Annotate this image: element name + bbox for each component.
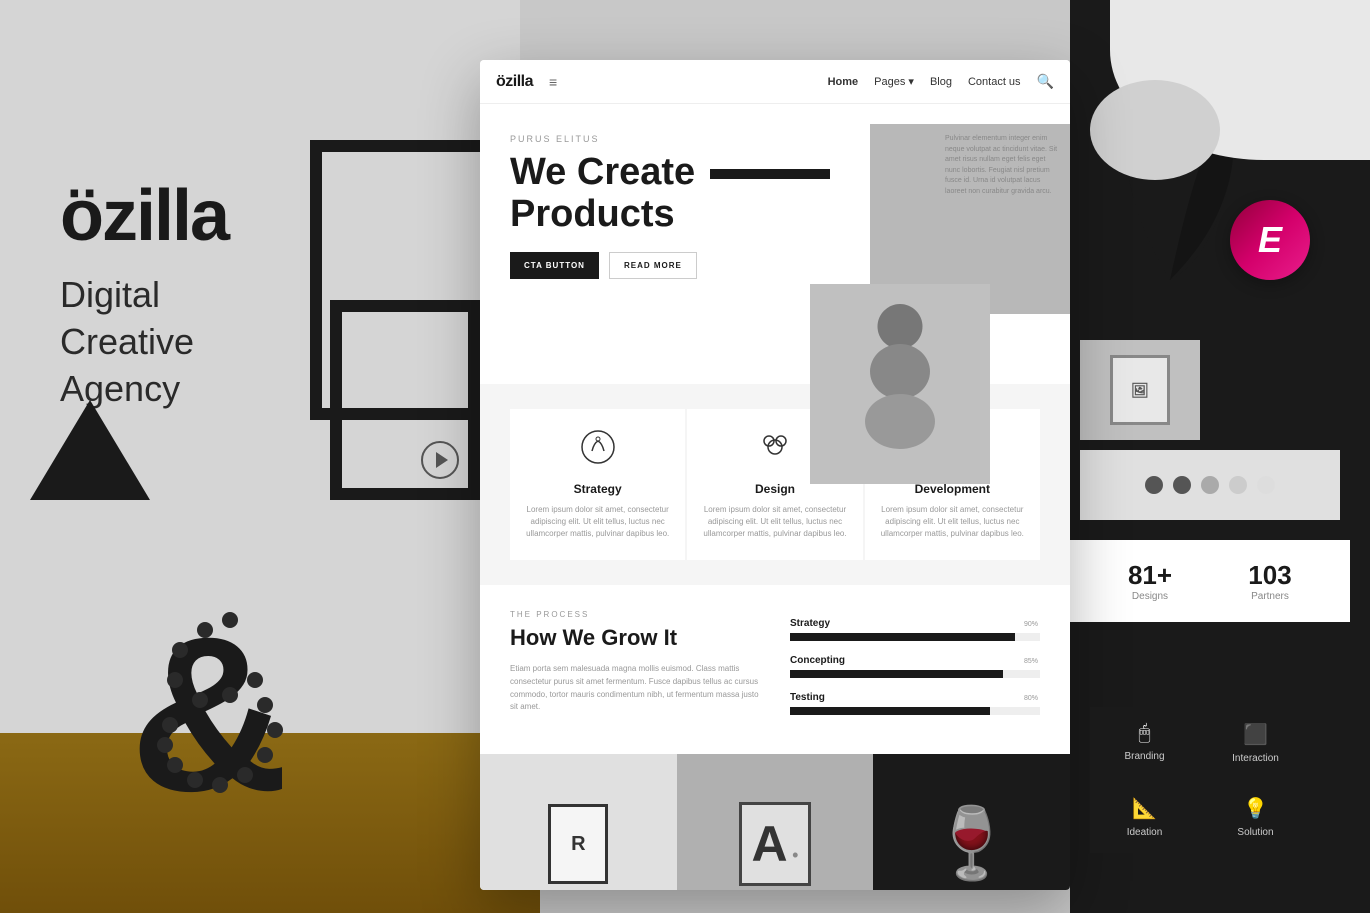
portfolio-section: R A • 🍷 bbox=[480, 754, 1070, 890]
title-black-bar bbox=[710, 169, 830, 179]
stone-1 bbox=[878, 304, 923, 349]
elementor-badge: E bbox=[1230, 200, 1310, 280]
nav-pages[interactable]: Pages ▾ bbox=[874, 75, 914, 88]
skill-testing-fill bbox=[790, 707, 990, 715]
nav-links-group: Home Pages ▾ Blog Contact us 🔍 bbox=[828, 73, 1054, 90]
interaction-icon: ⬛ bbox=[1243, 722, 1268, 747]
portfolio-dot: • bbox=[792, 845, 798, 865]
nav-home[interactable]: Home bbox=[828, 76, 859, 88]
wine-glass-icon: 🍷 bbox=[928, 803, 1015, 885]
cta-button[interactable]: CTA BUTTON bbox=[510, 252, 599, 279]
skill-strategy-fill bbox=[790, 633, 1015, 641]
skill-strategy: Strategy 90% bbox=[790, 618, 1040, 641]
stat-designs: 81+ Designs bbox=[1090, 560, 1210, 602]
stone-3 bbox=[865, 394, 935, 449]
skill-concepting: Concepting 85% bbox=[790, 655, 1040, 678]
solution-icon: 💡 bbox=[1243, 796, 1268, 821]
right-image-1: 🖼 bbox=[1080, 340, 1200, 440]
process-section: THE PROCESS How We Grow It Etiam porta s… bbox=[480, 585, 1070, 754]
triangle-decoration bbox=[30, 400, 150, 500]
ideation-icon: 📐 bbox=[1132, 796, 1157, 821]
portfolio-brand-2: A • bbox=[677, 754, 874, 890]
portfolio-a-letter: A bbox=[752, 816, 788, 872]
process-left: THE PROCESS How We Grow It Etiam porta s… bbox=[510, 610, 760, 729]
design-text: Lorem ipsum dolor sit amet, consectetur … bbox=[703, 504, 846, 540]
hero-image-stones bbox=[810, 284, 990, 484]
strategy-text: Lorem ipsum dolor sit amet, consectetur … bbox=[526, 504, 669, 540]
stone-2 bbox=[870, 344, 930, 399]
dev-text: Lorem ipsum dolor sit amet, consectetur … bbox=[881, 504, 1024, 540]
portfolio-item-2: A • bbox=[677, 754, 874, 890]
browser-mockup: özilla ≡ Home Pages ▾ Blog Contact us 🔍 … bbox=[480, 60, 1070, 890]
dot-5 bbox=[1257, 476, 1275, 494]
read-more-button[interactable]: READ MORE bbox=[609, 252, 697, 279]
branding-icon: 🖱 bbox=[1139, 722, 1151, 745]
process-title: How We Grow It bbox=[510, 625, 760, 651]
dev-title: Development bbox=[881, 482, 1024, 496]
dot-2 bbox=[1173, 476, 1191, 494]
hamburger-icon[interactable]: ≡ bbox=[549, 74, 557, 90]
portfolio-brand-3: 🍷 bbox=[873, 754, 1070, 890]
skill-strategy-pct: 90% bbox=[1024, 621, 1038, 628]
portfolio-item-1: R bbox=[480, 754, 677, 890]
dots-row bbox=[1080, 450, 1340, 520]
blob-mid bbox=[1090, 80, 1220, 180]
service-interaction: ⬛ Interaction bbox=[1201, 707, 1310, 779]
nav-contact[interactable]: Contact us bbox=[968, 76, 1021, 88]
stats-panel: 81+ Designs 103 Partners bbox=[1070, 540, 1350, 622]
dot-4 bbox=[1229, 476, 1247, 494]
nav-blog[interactable]: Blog bbox=[930, 76, 952, 88]
service-solution: 💡 Solution bbox=[1201, 781, 1310, 853]
hero-buttons: CTA BUTTON READ MORE bbox=[510, 252, 1040, 279]
service-ideation: 📐 Ideation bbox=[1090, 781, 1199, 853]
skill-concepting-fill bbox=[790, 670, 1003, 678]
portfolio-brand-1: R bbox=[480, 754, 677, 890]
dot-3 bbox=[1201, 476, 1219, 494]
brand-tagline: Digital Creative Agency bbox=[60, 272, 194, 412]
skill-concepting-label: Concepting bbox=[790, 655, 1040, 666]
skill-concepting-pct: 85% bbox=[1024, 658, 1038, 665]
skill-testing-label: Testing bbox=[790, 692, 1040, 703]
nav-logo: özilla bbox=[496, 73, 533, 91]
service-card-strategy: Strategy Lorem ipsum dolor sit amet, con… bbox=[510, 409, 685, 560]
skill-strategy-label: Strategy bbox=[790, 618, 1040, 629]
process-eyebrow: THE PROCESS bbox=[510, 610, 760, 619]
skill-strategy-bar: 90% bbox=[790, 633, 1040, 641]
hero-title: We Create Products bbox=[510, 152, 1040, 236]
dot-1 bbox=[1145, 476, 1163, 494]
process-text: Etiam porta sem malesuada magna mollis e… bbox=[510, 663, 760, 714]
site-navbar: özilla ≡ Home Pages ▾ Blog Contact us 🔍 bbox=[480, 60, 1070, 104]
right-dark-panel: E 🖼 81+ Designs 103 Partners 🖱 Brandin bbox=[1070, 0, 1370, 913]
brand-logo: özilla bbox=[60, 180, 228, 252]
skill-concepting-bar: 85% bbox=[790, 670, 1040, 678]
elementor-e-letter: E bbox=[1258, 219, 1282, 261]
arrow-decoration bbox=[420, 440, 460, 487]
skill-testing: Testing 80% bbox=[790, 692, 1040, 715]
ampersand-decoration: & bbox=[120, 573, 340, 853]
stat-partners: 103 Partners bbox=[1210, 560, 1330, 602]
hero-section: Pulvinar elementum integer enim neque vo… bbox=[480, 104, 1070, 384]
strategy-icon bbox=[526, 429, 669, 472]
skill-testing-pct: 80% bbox=[1024, 695, 1038, 702]
portfolio-item-3: 🍷 bbox=[873, 754, 1070, 890]
service-branding: 🖱 Branding bbox=[1090, 707, 1199, 779]
skill-testing-bar: 80% bbox=[790, 707, 1040, 715]
strategy-title: Strategy bbox=[526, 482, 669, 496]
search-icon[interactable]: 🔍 bbox=[1037, 73, 1054, 90]
portfolio-r-logo: R bbox=[548, 804, 608, 884]
services-bottom-grid: 🖱 Branding ⬛ Interaction 📐 Ideation 💡 So… bbox=[1090, 707, 1310, 853]
process-right: Strategy 90% Concepting 85% Testing 80% bbox=[790, 610, 1040, 729]
design-title: Design bbox=[703, 482, 846, 496]
